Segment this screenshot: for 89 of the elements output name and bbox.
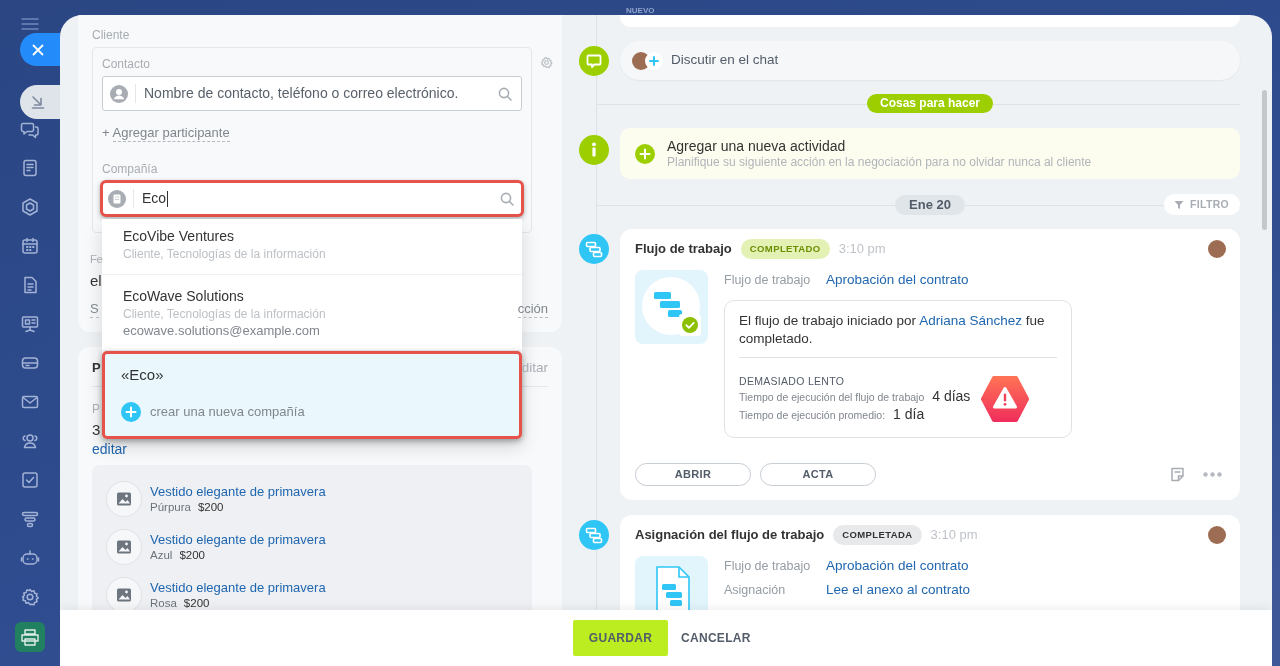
search-icon[interactable] [498,86,512,101]
funnel-icon [1174,199,1185,210]
link-fragment[interactable]: S [90,301,99,318]
warning-icon [980,375,1031,423]
field-label: Flujo de trabajo [724,272,811,289]
activity-hint: Planifique su siguiente acción en la negociación para no olvidar nunca al cliente [667,155,1092,170]
avatar-icon [1208,526,1226,544]
edit-link[interactable]: editar [92,442,128,456]
section-label: Cliente [92,28,130,43]
product-price: $200 [183,595,210,610]
stage-label: NUEVO [626,7,655,15]
collapse-button[interactable] [20,85,60,119]
avatar-icon [1208,240,1226,258]
product-price: $200 [197,499,224,515]
product-link[interactable]: Vestido elegante de primavera [150,483,326,500]
entry-time: 3:10 pm [838,240,886,259]
workflow-link[interactable]: Lee el anexo al contrato [826,580,971,600]
close-icon [32,43,44,56]
search-query: «Eco» [121,366,164,384]
status-badge: COMPLETADA [833,525,922,545]
field-label: Asignación [724,582,786,599]
product-variant: Púrpura [150,499,191,515]
add-participant-link[interactable]: + Agregar participante [102,125,230,142]
product-variant: Azul [150,547,173,563]
field-label: Compañía [102,162,158,176]
checkbox-icon[interactable] [20,470,40,490]
field-value: el [90,272,102,290]
field-label: Flujo de trabajo [724,558,811,575]
status-badge: COMPLETADO [740,239,830,259]
metric-value: 1 día [893,406,925,423]
activity-title: Agregar una nueva actividad [667,137,846,155]
entry-title: Flujo de trabajo [635,240,732,259]
date-pill: Ene 20 [895,194,965,215]
field-label: P [92,402,100,416]
metric-value: 4 días [932,388,971,405]
product-link[interactable]: Vestido elegante de primavera [150,531,326,548]
section-pill: Cosas para hacer [866,94,994,113]
workflow-link[interactable]: Aprobación del contrato [826,556,969,576]
flowchart-icon [579,520,609,550]
app-icon[interactable] [15,622,45,652]
image-icon [106,529,142,565]
product-price: $200 [179,547,205,563]
note-icon[interactable] [1170,467,1185,482]
alert-label: DEMASIADO LENTO [739,374,845,388]
card-title: P [92,360,101,376]
field-value: 3 [92,422,101,438]
info-icon [579,135,609,165]
company-option[interactable]: EcoVibe Ventures Cliente, Tecnologías de la información [102,219,522,275]
product-variant: Rosa [150,595,177,610]
create-company-button[interactable]: crear una nueva compañía [121,402,305,422]
document-icon[interactable] [20,158,40,178]
metric-label: Tiempo de ejecución promedio: [739,408,886,423]
field-label: Fe [90,252,103,266]
field-label: Contacto [102,57,151,71]
scrollbar-thumb[interactable] [1262,90,1267,230]
building-icon [108,189,126,208]
product-link[interactable]: Vestido elegante de primavera [150,579,326,596]
company-field[interactable]: Eco [100,180,524,217]
add-icon [121,402,141,422]
add-icon [645,51,663,70]
entry-title: Asignación del flujo de trabajo [635,526,825,545]
calendar-icon[interactable] [20,236,40,256]
funnel-icon[interactable] [20,509,40,529]
workflow-link[interactable]: Aprobación del contrato [826,270,969,290]
metric-label: Tiempo de ejecución del flujo de trabajo [739,390,925,405]
flowchart-icon [635,270,708,344]
people-icon[interactable] [20,431,40,451]
search-icon[interactable] [500,191,514,206]
entry-time: 3:10 pm [930,526,978,545]
action-button[interactable]: ACTA [760,463,876,486]
close-button[interactable] [20,33,60,66]
robot-icon[interactable] [20,548,40,568]
action-button[interactable]: ABRIR [635,463,751,486]
contact-field[interactable]: Nombre de contacto, teléfono o correo electrónico. [102,76,522,111]
result-text: El flujo de trabajo iniciado por Adriana Sánchez fue completado. [739,312,1046,348]
discuss-chat-button[interactable]: Discutir en el chat [620,41,1240,80]
image-icon [106,481,142,517]
settings-icon[interactable] [20,587,40,607]
arrow-icon [31,95,45,109]
presentation-icon[interactable] [20,314,40,334]
new-activity-card[interactable]: Agregar una nueva actividad Planifique su siguiente acción en la negociación para no olvidar nunca al cliente [620,128,1240,179]
save-button[interactable]: GUARDAR [573,620,668,656]
person-icon [110,84,128,103]
hexagon-icon[interactable] [20,197,40,217]
flowchart-icon [579,234,609,264]
menu-icon[interactable] [21,18,39,30]
chat-icon [579,46,609,76]
author-link[interactable]: Adriana Sánchez [919,313,1022,328]
cancel-button[interactable]: CANCELAR [681,629,751,647]
